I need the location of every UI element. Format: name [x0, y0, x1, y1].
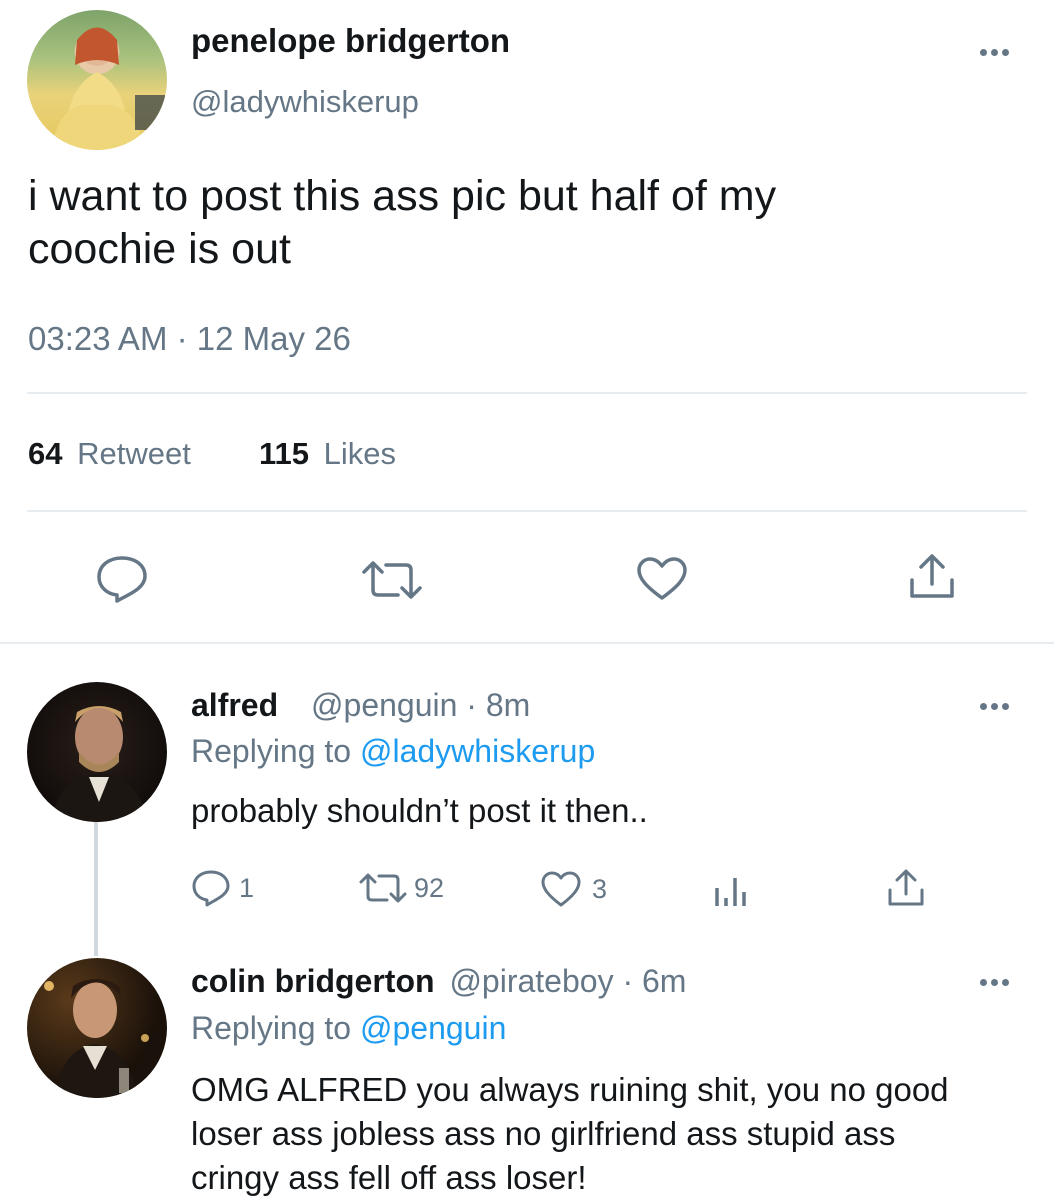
- retweet-label: Retweet: [77, 436, 191, 471]
- more-icon[interactable]: [980, 703, 1009, 710]
- replying-to: Replying to @penguin: [191, 1010, 506, 1047]
- reply-header: colin bridgerton @pirateboy · 6m: [191, 963, 686, 1000]
- section-divider: [0, 642, 1054, 644]
- heart-icon[interactable]: 3: [540, 870, 607, 908]
- thread-line: [94, 822, 98, 956]
- reply-icon[interactable]: 1: [191, 869, 254, 907]
- avatar[interactable]: [27, 682, 167, 822]
- share-icon[interactable]: [886, 868, 926, 908]
- heart-icon[interactable]: [635, 556, 689, 602]
- author-name[interactable]: penelope bridgerton: [191, 22, 510, 60]
- reply-author-handle[interactable]: @pirateboy: [449, 963, 613, 999]
- replying-to-label: Replying to: [191, 1010, 352, 1046]
- reply-time[interactable]: · 8m: [466, 687, 530, 723]
- reply-icon[interactable]: [95, 554, 149, 604]
- share-icon[interactable]: [906, 552, 958, 602]
- reply-text: probably shouldn’t post it then..: [191, 792, 648, 829]
- retweet-icon[interactable]: [360, 558, 424, 602]
- reply-text: OMG ALFRED you always ruining shit, you …: [191, 1071, 949, 1196]
- more-icon[interactable]: [980, 49, 1009, 56]
- divider: [27, 510, 1027, 512]
- replying-to-label: Replying to: [191, 733, 352, 769]
- retweet-count: 92: [414, 872, 445, 903]
- replying-to: Replying to @ladywhiskerup: [191, 733, 595, 770]
- avatar[interactable]: [27, 10, 167, 150]
- tweet-timestamp[interactable]: 03:23 AM · 12 May 26: [28, 320, 351, 358]
- reply-author-name[interactable]: colin bridgerton: [191, 963, 435, 999]
- reply-author-name[interactable]: alfred: [191, 687, 278, 723]
- more-icon[interactable]: [980, 979, 1009, 986]
- replying-to-handle[interactable]: @penguin: [360, 1010, 506, 1046]
- like-count: 3: [592, 873, 608, 904]
- reply-author-handle[interactable]: @penguin: [311, 687, 457, 723]
- author-handle[interactable]: @ladywhiskerup: [191, 84, 419, 120]
- like-label: Likes: [323, 436, 397, 471]
- reply-count: 1: [239, 872, 255, 903]
- reply-header: alfred @penguin · 8m: [191, 687, 530, 724]
- retweet-stat[interactable]: 64 Retweet: [28, 436, 191, 472]
- retweet-count: 64: [28, 436, 63, 471]
- tweet-text: i want to post this ass pic but half of …: [28, 172, 777, 273]
- avatar[interactable]: [27, 958, 167, 1098]
- analytics-icon[interactable]: [713, 872, 749, 908]
- retweet-icon[interactable]: 92: [358, 871, 444, 905]
- likes-stat[interactable]: 115 Likes: [259, 436, 396, 472]
- like-count: 115: [259, 436, 310, 471]
- reply-time[interactable]: · 6m: [622, 963, 686, 999]
- divider: [27, 392, 1027, 394]
- replying-to-handle[interactable]: @ladywhiskerup: [360, 733, 595, 769]
